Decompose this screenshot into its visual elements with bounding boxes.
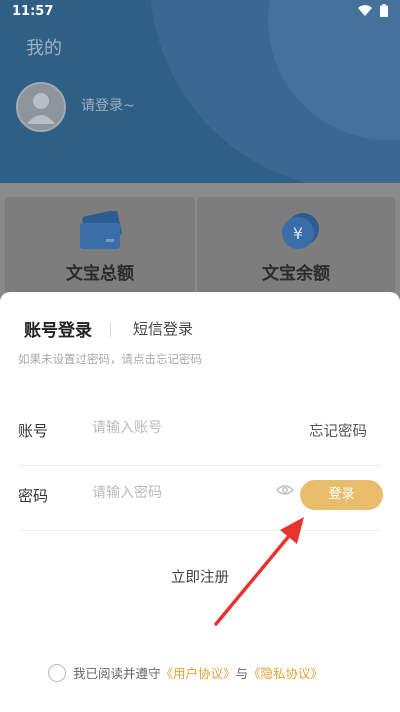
status-bar: 11:57	[0, 0, 400, 24]
password-input[interactable]	[92, 485, 272, 501]
user-icon	[27, 93, 55, 124]
login-sheet: 账号登录 短信登录 如果未设置过密码，请点击忘记密码 账号 忘记密码 密码 登录…	[0, 292, 400, 712]
status-time: 11:57	[12, 4, 54, 19]
password-label: 密码	[18, 487, 49, 505]
status-icons	[358, 4, 388, 17]
account-input[interactable]	[92, 420, 272, 436]
card-label: 文宝总额	[66, 264, 134, 284]
agree-and: 与	[235, 666, 249, 681]
wifi-icon	[358, 4, 372, 16]
tab-sms-login[interactable]: 短信登录	[133, 318, 193, 339]
privacy-policy-link[interactable]: 《隐私协议》	[248, 663, 323, 682]
tab-account-login[interactable]: 账号登录	[24, 316, 92, 341]
card-icon	[80, 211, 122, 249]
divider	[18, 465, 382, 466]
account-label: 账号	[18, 422, 49, 440]
avatar[interactable]	[16, 82, 66, 132]
user-agreement-link[interactable]: 《用户协议》	[161, 663, 236, 682]
agree-text: 我已阅读并遵守	[73, 666, 161, 681]
page-title: 我的	[26, 38, 62, 59]
password-hint: 如果未设置过密码，请点击忘记密码	[18, 352, 202, 366]
battery-icon	[380, 4, 388, 17]
divider	[18, 530, 382, 531]
yen-coin-icon: ¥	[282, 213, 319, 249]
agree-checkbox[interactable]	[48, 663, 66, 682]
svg-text:¥: ¥	[293, 224, 303, 243]
card-label: 文宝余额	[262, 264, 330, 284]
tab-divider	[110, 322, 111, 337]
agreement-row: 我已阅读并遵守 《用户协议》 与 《隐私协议》	[48, 663, 323, 682]
eye-icon[interactable]	[276, 484, 294, 496]
forgot-password-link[interactable]: 忘记密码	[309, 420, 367, 441]
register-link[interactable]: 立即注册	[0, 566, 400, 587]
login-button[interactable]: 登录	[300, 480, 383, 510]
login-prompt[interactable]: 请登录~	[81, 95, 135, 115]
